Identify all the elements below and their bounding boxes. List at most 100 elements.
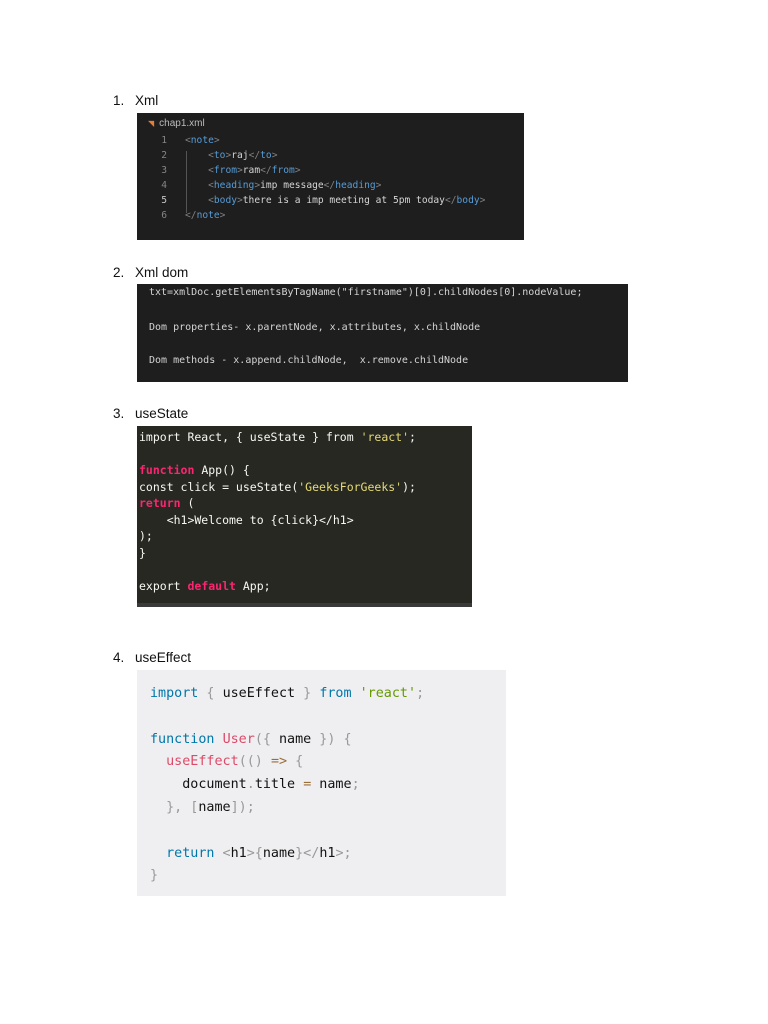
code-token: App() { [194, 463, 250, 477]
code-token: to [213, 150, 226, 161]
tab-label: chap1.xml [159, 118, 205, 129]
code-token: <h1>Welcome to {click}</h1> [139, 512, 354, 527]
code-token: < [185, 180, 214, 191]
code-token: from [319, 686, 352, 701]
code-token: note [190, 135, 214, 146]
code-token: Dom properties- x.parentNode, x.attribut… [149, 322, 481, 333]
code-token: > [213, 135, 220, 146]
code-token: name [198, 800, 231, 815]
useeffect-code-screenshot: import { useEffect } from 'react'; functi… [137, 670, 506, 896]
line-number: 2 [161, 150, 167, 161]
code-token: from [213, 165, 237, 176]
code-token: . [246, 777, 255, 793]
code-token: to [260, 150, 272, 161]
list-number: 4. [113, 650, 125, 665]
code-line: const click = useState('GeeksForGeeks'); [139, 480, 416, 494]
heading-label: Xml [135, 93, 159, 108]
code-line: <heading>imp message</heading> [185, 180, 381, 191]
code-token: imp message [260, 180, 324, 191]
code-line: export default App; [139, 579, 271, 593]
code-line: function App() { [139, 463, 250, 477]
code-token: }) { [311, 731, 352, 747]
code-token: ); [402, 479, 416, 494]
line-number: 6 [161, 210, 167, 221]
code-token: > [294, 165, 301, 176]
code-token: document [150, 777, 247, 793]
code-token: import React, { useState } from [139, 430, 361, 444]
code-line: return ( [139, 496, 194, 510]
code-token: ; [409, 430, 416, 444]
heading-label: useEffect [135, 650, 192, 665]
code-token: { [287, 754, 304, 770]
code-line: ); [139, 529, 153, 543]
code-token: const click = useState( [139, 479, 299, 494]
line-number: 4 [161, 180, 167, 191]
code-line: function User({ name }) { [150, 732, 352, 747]
list-number: 1. [113, 93, 125, 108]
code-token: txt=xmlDoc.getElementsByTagName("firstna… [149, 287, 583, 298]
code-token: return [166, 845, 215, 861]
editor-tab: ◥ chap1.xml [148, 118, 205, 129]
code-token: => [270, 754, 288, 770]
heading-label: Xml dom [135, 265, 189, 280]
code-token: function [150, 731, 215, 747]
code-token: </ [185, 210, 197, 221]
code-token: from [271, 165, 295, 176]
code-token: body [456, 195, 480, 206]
code-token: 'react' [359, 686, 417, 701]
code-token: ram [242, 165, 261, 176]
code-token: raj [231, 150, 249, 161]
code-token: > [479, 195, 486, 206]
code-token: </ [323, 180, 336, 191]
code-token: heading [213, 180, 255, 191]
code-token: useEffect [222, 686, 296, 701]
code-line: <note> [185, 135, 220, 146]
line-number: 5 [161, 195, 167, 206]
code-token: > [375, 180, 382, 191]
code-token: return [139, 496, 181, 510]
code-line: <from>ram</from> [185, 165, 301, 176]
line-number: 3 [161, 165, 167, 176]
code-token: title [254, 777, 304, 793]
code-line: <body>there is a imp meeting at 5pm toda… [185, 195, 485, 206]
code-line: Dom methods - x.append.childNode, x.remo… [149, 355, 468, 366]
code-line: } [139, 546, 146, 560]
code-line: Dom properties- x.parentNode, x.attribut… [149, 322, 480, 333]
code-token: name [262, 845, 296, 861]
usestate-code-screenshot: import React, { useState } from 'react';… [137, 426, 472, 607]
code-token: (() [238, 754, 271, 770]
code-token: App; [235, 578, 271, 593]
code-token: >{ [246, 845, 263, 861]
code-line: } [150, 868, 158, 883]
code-token: < [185, 150, 214, 161]
code-token: body [213, 195, 237, 206]
rss-file-icon: ◥ [148, 119, 155, 128]
code-line: txt=xmlDoc.getElementsByTagName("firstna… [149, 287, 582, 298]
code-line: useEffect(() => { [150, 754, 303, 769]
line-number: 1 [161, 135, 167, 146]
code-line: <to>raj</to> [185, 150, 277, 161]
code-token: export [139, 578, 188, 593]
code-token: default [187, 578, 236, 593]
code-line: import React, { useState } from 'react'; [139, 430, 416, 444]
heading-xml-dom: 2. Xml dom [113, 265, 188, 280]
code-token: }</ [295, 845, 320, 861]
heading-useeffect: 4. useEffect [113, 650, 191, 665]
code-token: 'react' [360, 430, 410, 444]
list-number: 2. [113, 265, 125, 280]
code-token: useEffect [166, 754, 239, 770]
code-token: name [311, 777, 352, 793]
code-token: ( [180, 496, 195, 510]
heading-label: useState [135, 406, 189, 421]
code-line: </note> [185, 210, 225, 221]
code-line: import { useEffect } from 'react'; [150, 686, 424, 701]
heading-xml: 1. Xml [113, 93, 158, 108]
code-token: function [139, 463, 195, 477]
code-token: </ [248, 150, 261, 161]
code-line: document.title = name; [150, 777, 359, 793]
code-token: h1 [319, 845, 336, 861]
code-token: ({ [254, 731, 279, 747]
